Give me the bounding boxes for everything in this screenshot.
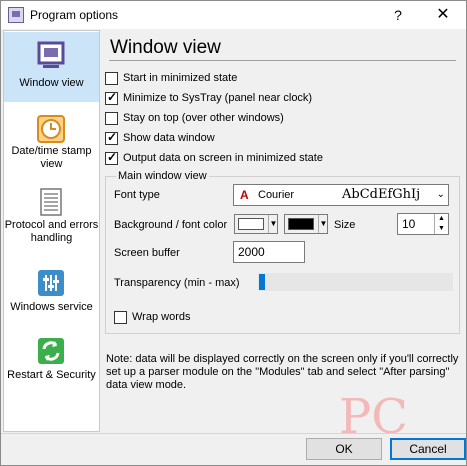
option-label: Wrap words (132, 311, 191, 323)
sidebar-item-windows-service[interactable]: Windows service (4, 263, 99, 319)
option-label: Start in minimized state (123, 72, 238, 84)
monitor-icon (37, 41, 65, 68)
sidebar-item-protocol[interactable]: Protocol and errors handling (4, 181, 99, 249)
option-wrap-words[interactable]: Wrap words (114, 309, 190, 325)
refresh-icon (38, 338, 64, 364)
sidebar: Window view Date/time stamp view Protoco… (3, 30, 100, 432)
spin-arrows-icon[interactable]: ▲ ▼ (434, 214, 448, 234)
font-sample: AbCdEfGhIj (342, 187, 421, 202)
title-bar: Program options ? ✕ (1, 1, 466, 29)
option-label: Stay on top (over other windows) (123, 112, 284, 124)
background-color-swatch (238, 218, 264, 230)
page-title: Window view (110, 37, 221, 58)
screen-buffer-value: 2000 (238, 245, 265, 259)
chevron-down-icon: ▼ (318, 215, 328, 233)
slider-track[interactable] (258, 273, 453, 291)
chevron-down-icon: ▼ (268, 215, 278, 233)
font-type-label: Font type (114, 189, 160, 201)
option-start-minimized[interactable]: Start in minimized state (105, 70, 237, 86)
transparency-label: Transparency (min - max) (114, 277, 240, 289)
group-title: Main window view (116, 170, 209, 182)
cancel-button[interactable]: Cancel (390, 438, 466, 460)
option-output-minimized[interactable]: Output data on screen in minimized state (105, 150, 323, 166)
screen-buffer-label: Screen buffer (114, 247, 180, 259)
size-label: Size (334, 219, 356, 231)
app-icon (8, 7, 24, 23)
font-size-stepper[interactable]: 10 ▲ ▼ (397, 213, 449, 235)
sidebar-item-label: Protocol and errors handling (4, 219, 99, 244)
options-window: Program options ? ✕ Window view Date/tim… (0, 0, 467, 466)
option-show-data-window[interactable]: Show data window (105, 130, 215, 146)
options-panel: Window view Start in minimized state Min… (101, 30, 465, 432)
font-type-select[interactable]: A Courier AbCdEfGhIj ⌄ (233, 184, 449, 206)
close-button[interactable]: ✕ (421, 3, 465, 27)
chevron-down-icon: ⌄ (436, 189, 445, 200)
sidebar-item-label: Date/time stamp view (11, 145, 92, 170)
sidebar-item-label: Windows service (10, 301, 93, 313)
checkbox[interactable] (105, 150, 118, 165)
window-title: Program options (30, 8, 119, 22)
font-name: Courier (258, 189, 295, 201)
option-minimize-systray[interactable]: Minimize to SysTray (panel near clock) (105, 90, 312, 106)
checkbox[interactable] (105, 71, 118, 85)
checkbox[interactable] (105, 90, 118, 105)
checkbox[interactable] (114, 310, 127, 324)
title-divider (109, 60, 456, 61)
sidebar-item-window-view[interactable]: Window view (4, 32, 99, 102)
main-window-view-group: Main window view Font type A Courier AbC… (105, 170, 460, 334)
background-color-picker[interactable]: ▼ (234, 214, 278, 234)
parser-note: Note: data will be displayed correctly o… (106, 353, 459, 391)
font-size-value: 10 (402, 217, 416, 231)
checkbox[interactable] (105, 130, 118, 145)
bg-font-color-label: Background / font color (114, 219, 228, 231)
sliders-icon (38, 270, 64, 296)
footer-divider (1, 433, 466, 434)
clock-icon (37, 115, 65, 143)
sidebar-item-label: Restart & Security (7, 369, 96, 381)
sidebar-item-datetime[interactable]: Date/time stamp view (4, 109, 99, 173)
option-label: Show data window (123, 132, 215, 144)
font-color-picker[interactable]: ▼ (284, 214, 328, 234)
document-list-icon (40, 188, 62, 216)
checkbox[interactable] (105, 111, 118, 125)
screen-buffer-input[interactable]: 2000 (233, 241, 305, 263)
ok-button[interactable]: OK (306, 438, 382, 460)
help-button[interactable]: ? (381, 3, 415, 27)
sidebar-item-label: Window view (19, 77, 84, 89)
slider-thumb[interactable] (259, 274, 265, 290)
font-color-swatch (288, 218, 314, 230)
sidebar-item-restart-security[interactable]: Restart & Security (4, 331, 99, 397)
option-label: Output data on screen in minimized state (123, 152, 323, 164)
option-label: Minimize to SysTray (panel near clock) (123, 92, 313, 104)
font-icon: A (240, 188, 249, 202)
option-stay-on-top[interactable]: Stay on top (over other windows) (105, 110, 284, 126)
